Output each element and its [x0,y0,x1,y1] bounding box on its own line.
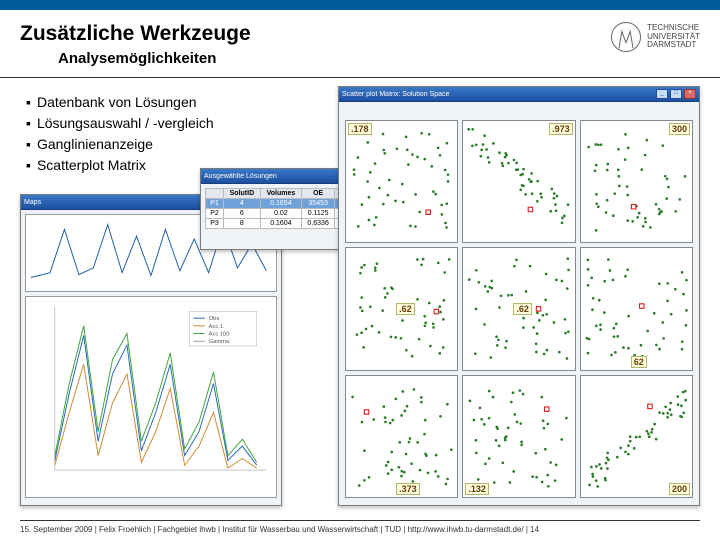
cell-value-label: .62 [396,303,415,315]
table-cell[interactable]: 6 [224,209,261,219]
scatter-cell[interactable]: 200 [580,375,693,498]
table-cell[interactable]: 0.1654 [260,199,301,209]
cell-value-label: 300 [669,123,690,135]
top-accent-bar [0,0,720,10]
cell-value-label: 62 [631,356,647,368]
maximize-icon[interactable]: □ [670,89,682,99]
close-icon[interactable]: × [684,89,696,99]
page-subtitle: Analysemöglichkeiten [58,50,611,73]
scatter-cell[interactable]: Netzfüll Pe.178 [345,120,458,243]
slide-footer: 15. September 2009 | Felix Froehlich | F… [20,520,700,534]
table-cell[interactable]: P1 [206,199,224,209]
scatter-matrix-grid: Netzfüll Pe.178VolFillS.973QSumme300 .62.… [345,120,693,498]
scatter-cell[interactable]: .373 [345,375,458,498]
scatter-cell[interactable]: VolFillS.973 [462,120,575,243]
slide-header: Zusätzliche Werkzeuge Analysemöglichkeit… [0,10,720,78]
titlebar[interactable]: Scatter plot Matrix: Solution Space _ □ … [339,87,699,102]
table-header: OE [302,189,335,199]
table-cell[interactable]: 0.1125 [302,209,335,219]
table-cell[interactable]: 8 [224,219,261,229]
svg-text:Gamma: Gamma [209,339,230,345]
cell-value-label: .62 [513,303,532,315]
page-title: Zusätzliche Werkzeuge [20,22,611,46]
scatter-cell[interactable]: 62 [580,247,693,370]
table-header: SolutID [224,189,261,199]
minimize-icon[interactable]: _ [656,89,668,99]
cell-value-label: .132 [465,483,489,495]
scatter-cell[interactable]: .132 [462,375,575,498]
svg-text:Acc 1: Acc 1 [209,324,223,330]
cell-value-label: 200 [669,483,690,495]
table-cell[interactable]: 0.02 [260,209,301,219]
athena-icon [611,22,641,52]
table-cell[interactable]: P2 [206,209,224,219]
scatter-cell[interactable]: QSumme300 [580,120,693,243]
table-cell[interactable]: 0.1604 [260,219,301,229]
window-buttons: _ □ × [656,89,696,99]
content-area: Datenbank von Lösungen Lösungsauswahl / … [0,78,720,516]
cell-value-label: .178 [348,123,372,135]
table-header [206,189,224,199]
table-header: Volumes [260,189,301,199]
cell-value-label: .973 [549,123,573,135]
table-cell[interactable]: P3 [206,219,224,229]
chart-lower: Obs Acc 1 Acc 100 Gamma [25,296,277,498]
window-scatter-matrix: Scatter plot Matrix: Solution Space _ □ … [338,86,700,506]
table-cell[interactable]: 0.6336 [302,219,335,229]
university-logo: TECHNISCHE UNIVERSITÄT DARMSTADT [611,22,700,52]
cell-value-label: .373 [396,483,420,495]
table-cell[interactable]: 4 [224,199,261,209]
svg-text:Acc 100: Acc 100 [209,331,230,337]
table-cell[interactable]: 35453 [302,199,335,209]
svg-text:Obs: Obs [209,316,220,322]
scatter-cell[interactable]: .62 [462,247,575,370]
scatter-cell[interactable]: .62 [345,247,458,370]
